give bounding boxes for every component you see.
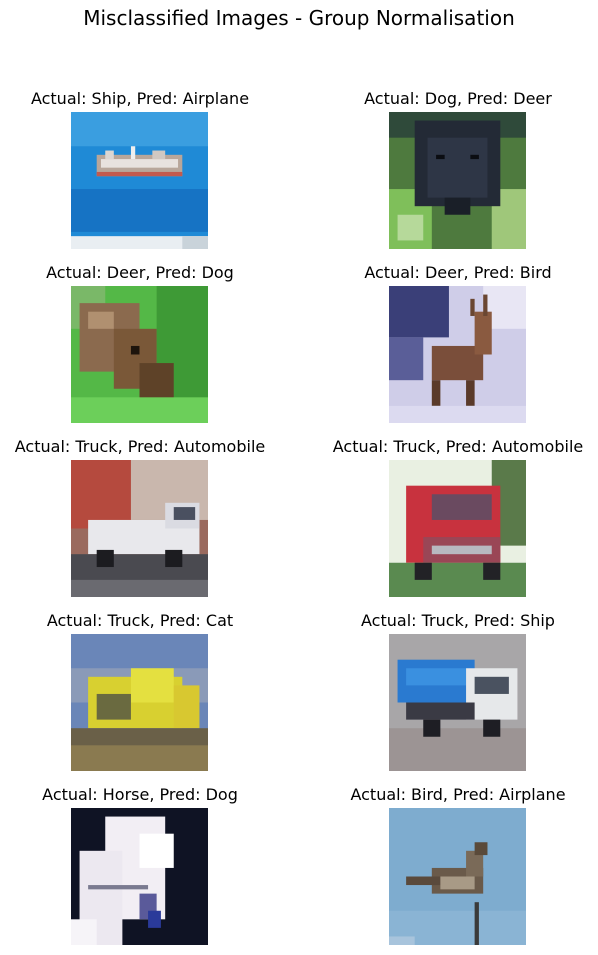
truck-image (71, 634, 208, 771)
image-caption: Actual: Bird, Pred: Airplane (350, 785, 566, 804)
truck-image (389, 460, 526, 597)
image-caption: Actual: Ship, Pred: Airplane (30, 89, 250, 108)
image-caption: Actual: Truck, Pred: Automobile (14, 437, 266, 456)
ship-image (71, 112, 208, 249)
bird-image (389, 808, 526, 945)
image-caption: Actual: Truck, Pred: Cat (46, 611, 234, 630)
figure-title: Misclassified Images - Group Normalisati… (83, 6, 515, 30)
truck-image (389, 634, 526, 771)
image-caption: Actual: Dog, Pred: Deer (364, 89, 552, 108)
dog-image (389, 112, 526, 249)
image-caption: Actual: Truck, Pred: Ship (361, 611, 555, 630)
horse-image (71, 808, 208, 945)
deer-image (389, 286, 526, 423)
truck-image (71, 460, 208, 597)
image-caption: Actual: Truck, Pred: Automobile (332, 437, 584, 456)
deer-image (71, 286, 208, 423)
image-caption: Actual: Deer, Pred: Dog (46, 263, 234, 282)
image-caption: Actual: Deer, Pred: Bird (364, 263, 552, 282)
image-caption: Actual: Horse, Pred: Dog (42, 785, 238, 804)
